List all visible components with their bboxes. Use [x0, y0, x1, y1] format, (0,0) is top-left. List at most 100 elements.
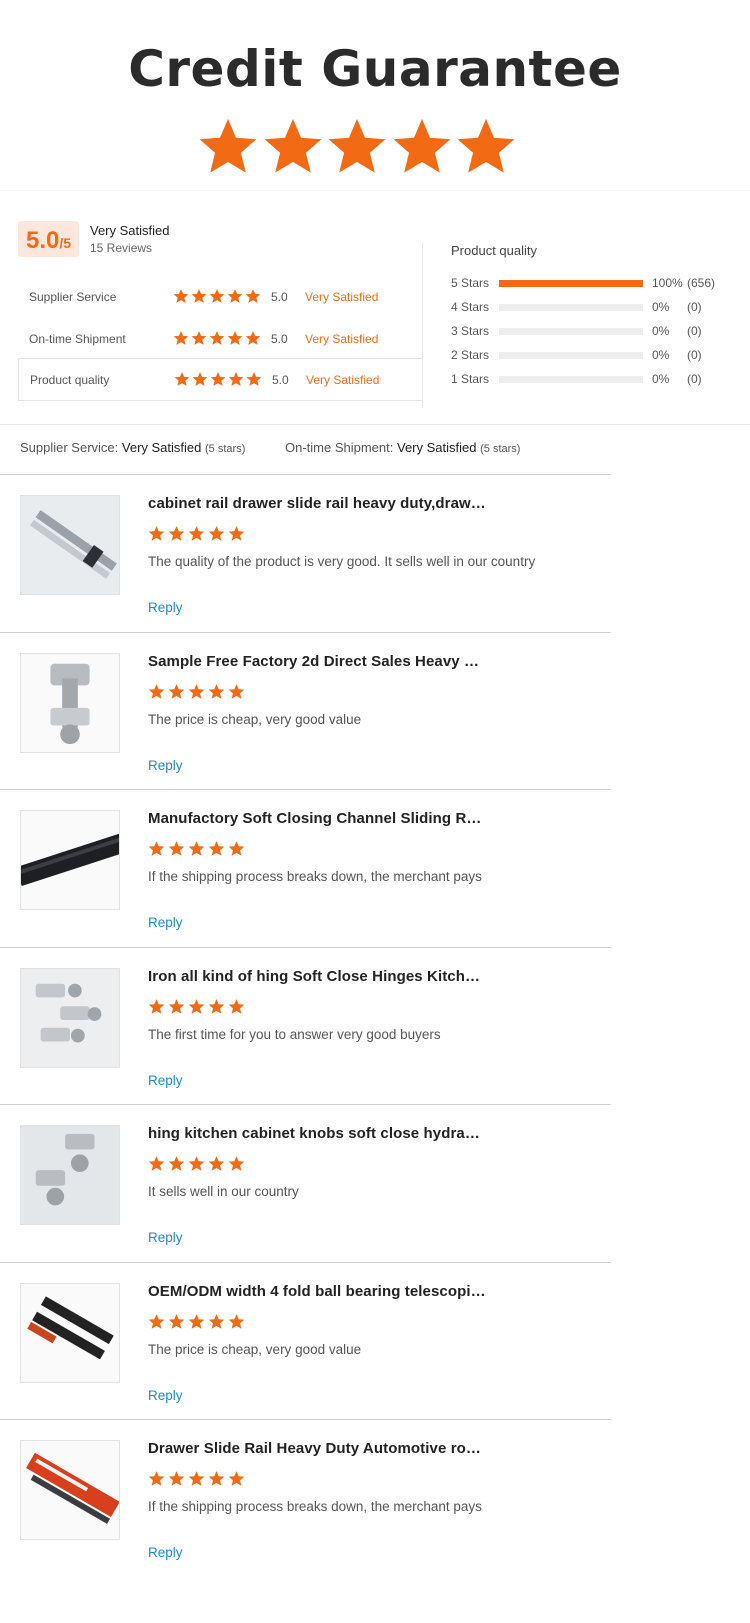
- distribution-count: (656): [687, 276, 716, 290]
- distribution-bar-track: [499, 352, 643, 359]
- review-item: OEM/ODM width 4 fold ball bearing telesc…: [0, 1261, 611, 1425]
- reply-link[interactable]: Reply: [148, 1230, 183, 1245]
- review-item: Manufactory Soft Closing Channel Sliding…: [0, 789, 611, 952]
- distribution-label: 1 Stars: [451, 372, 490, 386]
- product-thumbnail[interactable]: [20, 967, 120, 1068]
- star-icon: [228, 1155, 245, 1172]
- product-title[interactable]: Iron all kind of hing Soft Close Hinges …: [148, 968, 488, 985]
- product-thumbnail[interactable]: [20, 652, 120, 753]
- star-icon: [148, 683, 165, 700]
- review-text: If the shipping process breaks down, the…: [148, 1499, 482, 1514]
- review-stars: [148, 840, 245, 857]
- star-icon: [168, 998, 185, 1015]
- review-stars: [148, 1313, 245, 1330]
- star-icon: [208, 840, 225, 857]
- distribution-bar-track: [499, 304, 643, 311]
- review-item: Iron all kind of hing Soft Close Hinges …: [0, 946, 611, 1110]
- star-icon: [148, 1155, 165, 1172]
- reply-link[interactable]: Reply: [148, 600, 183, 615]
- reply-link[interactable]: Reply: [148, 915, 183, 930]
- product-title[interactable]: Manufactory Soft Closing Channel Sliding…: [148, 810, 488, 827]
- review-text: The price is cheap, very good value: [148, 711, 362, 727]
- reply-link[interactable]: Reply: [148, 1073, 183, 1088]
- star-icon: [191, 330, 207, 346]
- metric-text: Very Satisfied: [306, 373, 380, 387]
- metric-product-quality[interactable]: Product quality 5.0 Very Satisfied: [18, 358, 423, 401]
- metric-label: On-time Shipment: [29, 332, 126, 346]
- star-icon: [188, 998, 205, 1015]
- product-thumbnail[interactable]: [20, 1440, 120, 1540]
- product-title[interactable]: cabinet rail drawer slide rail heavy dut…: [148, 495, 488, 512]
- product-thumbnail[interactable]: [20, 1125, 120, 1225]
- review-text: The price is cheap, very good value: [148, 1341, 362, 1357]
- distribution-count: (0): [687, 372, 702, 386]
- star-icon: [228, 998, 245, 1015]
- reply-link[interactable]: Reply: [148, 1388, 183, 1403]
- distribution-row: 3 Stars 0% (0): [451, 323, 741, 339]
- star-icon: [227, 330, 243, 346]
- credit-guarantee-header: Credit Guarantee: [0, 0, 750, 190]
- star-icon: [168, 840, 185, 857]
- star-icon: [208, 525, 225, 542]
- supplier-service-stars: (5 stars): [205, 443, 246, 455]
- review-item: Sample Free Factory 2d Direct Sales Heav…: [0, 631, 611, 795]
- star-icon: [188, 525, 205, 542]
- distribution-bar-fill: [499, 280, 643, 287]
- star-icon: [192, 371, 208, 387]
- star-icon: [188, 683, 205, 700]
- product-title[interactable]: Sample Free Factory 2d Direct Sales Heav…: [148, 653, 488, 670]
- product-title[interactable]: hing kitchen cabinet knobs soft close hy…: [148, 1125, 488, 1142]
- metric-text: Very Satisfied: [305, 332, 379, 346]
- metric-on-time-shipment[interactable]: On-time Shipment 5.0 Very Satisfied: [18, 318, 423, 361]
- product-title[interactable]: OEM/ODM width 4 fold ball bearing telesc…: [148, 1283, 488, 1300]
- star-icon: [228, 1470, 245, 1487]
- page-title: Credit Guarantee: [128, 40, 622, 98]
- distribution-row: 4 Stars 0% (0): [451, 299, 741, 315]
- product-title[interactable]: Drawer Slide Rail Heavy Duty Automotive …: [148, 1440, 488, 1457]
- product-thumbnail[interactable]: [20, 810, 120, 910]
- star-icon: [168, 1470, 185, 1487]
- star-icon: [173, 330, 189, 346]
- product-thumbnail[interactable]: [20, 495, 120, 595]
- star-icon: [245, 288, 261, 304]
- distribution-bar-track: [499, 280, 643, 287]
- distribution-label: 3 Stars: [451, 324, 490, 338]
- distribution-row: 1 Stars 0% (0): [451, 371, 741, 387]
- metric-score: 5.0: [272, 373, 289, 387]
- review-text: The quality of the product is very good.…: [148, 554, 536, 569]
- star-icon: [174, 371, 190, 387]
- review-item: hing kitchen cabinet knobs soft close hy…: [0, 1104, 611, 1267]
- star-icon: [148, 1470, 165, 1487]
- star-icon: [168, 1313, 185, 1330]
- star-icon: [148, 525, 165, 542]
- distribution-bar-track: [499, 376, 643, 383]
- review-stars: [148, 1470, 245, 1487]
- overall-score-denominator: /5: [59, 235, 72, 251]
- star-icon: [188, 1313, 205, 1330]
- distribution-label: 5 Stars: [451, 276, 490, 290]
- star-icon: [326, 115, 388, 177]
- star-icon: [245, 330, 261, 346]
- review-stars: [148, 998, 245, 1015]
- service-summary: Supplier Service: Very Satisfied (5 star…: [20, 440, 520, 455]
- overall-score-badge: 5.0/5: [18, 221, 79, 257]
- star-icon: [197, 115, 259, 177]
- metric-stars: [173, 330, 261, 346]
- star-icon: [228, 683, 245, 700]
- star-icon: [209, 330, 225, 346]
- star-icon: [227, 288, 243, 304]
- header-star-rating: [197, 115, 517, 177]
- metric-text: Very Satisfied: [305, 290, 379, 304]
- star-icon: [455, 115, 517, 177]
- star-icon: [148, 840, 165, 857]
- star-icon: [168, 525, 185, 542]
- supplier-service-value: Very Satisfied: [121, 440, 202, 455]
- reply-link[interactable]: Reply: [148, 758, 183, 773]
- star-icon: [148, 1313, 165, 1330]
- product-thumbnail[interactable]: [20, 1282, 120, 1383]
- metric-supplier-service[interactable]: Supplier Service 5.0 Very Satisfied: [18, 276, 423, 319]
- star-icon: [208, 683, 225, 700]
- distribution-label: 4 Stars: [451, 300, 490, 314]
- reply-link[interactable]: Reply: [148, 1545, 183, 1560]
- star-icon: [228, 525, 245, 542]
